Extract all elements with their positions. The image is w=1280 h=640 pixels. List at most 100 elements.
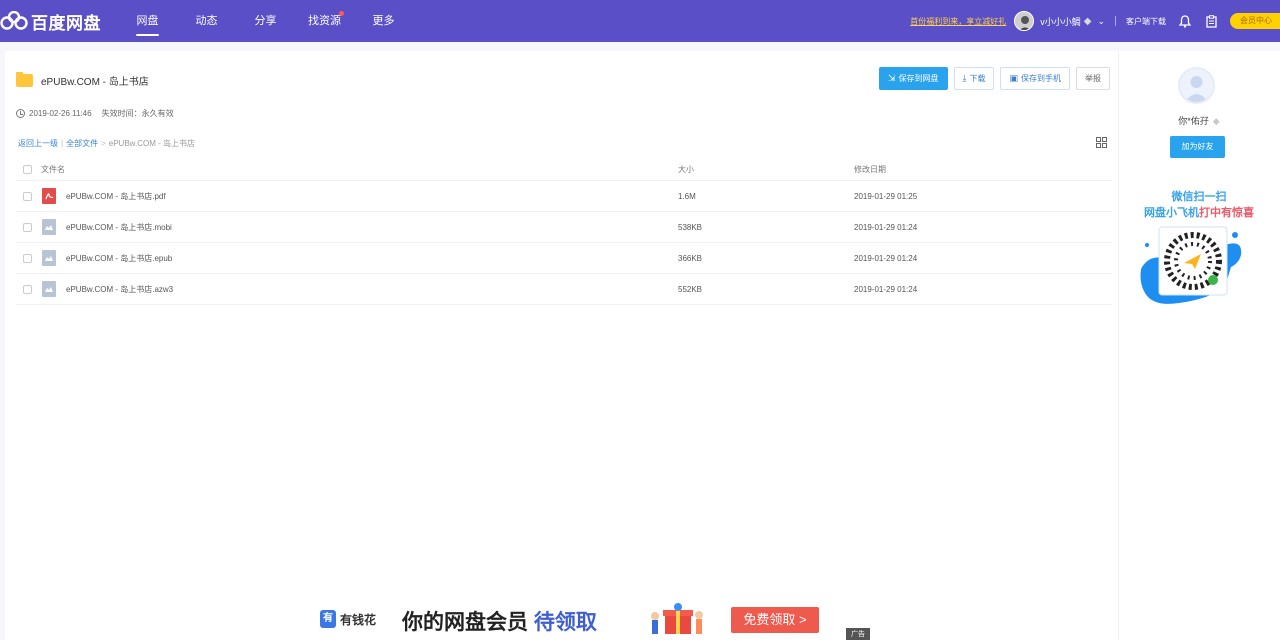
folder-header: ePUBw.COM - 岛上书店 bbox=[16, 72, 149, 88]
sharer-name-row: 你*佑孖 ◆ bbox=[1119, 114, 1279, 127]
nav-item-netdisk[interactable]: 网盘 bbox=[118, 0, 177, 42]
ad-brand-name: 有钱花 bbox=[340, 612, 377, 627]
button-label: 保存到手机 bbox=[1021, 74, 1061, 83]
file-date: 2019-01-29 01:24 bbox=[854, 222, 918, 232]
row-checkbox[interactable] bbox=[23, 191, 32, 201]
grid-view-icon[interactable] bbox=[1096, 137, 1107, 148]
row-checkbox[interactable] bbox=[23, 284, 32, 294]
chevron-down-icon[interactable]: ⌄ bbox=[1097, 16, 1105, 27]
qr-code-icon bbox=[1140, 226, 1242, 304]
folder-icon bbox=[16, 72, 33, 87]
ad-brand: 有 有钱花 bbox=[320, 610, 376, 628]
file-date: 2019-01-29 01:24 bbox=[854, 284, 918, 294]
avatar-image-icon bbox=[1015, 12, 1034, 30]
nav-item-share[interactable]: 分享 bbox=[236, 0, 295, 42]
report-button[interactable]: 举报 bbox=[1076, 67, 1110, 90]
share-main-panel: ePUBw.COM - 岛上书店 2019-02-26 11:46 失效时间：永… bbox=[5, 51, 1118, 640]
file-name[interactable]: ePUBw.COM - 岛上书店.epub bbox=[66, 253, 172, 264]
diamond-icon: ◆ bbox=[1083, 15, 1092, 27]
breadcrumb-separator: | bbox=[61, 139, 64, 148]
bell-icon[interactable] bbox=[1178, 14, 1192, 28]
select-all-checkbox[interactable] bbox=[23, 164, 32, 174]
top-right-controls: 首份福利到来，享立减好礼 v小小小鲷 ◆ ⌄ 客户端下载 会员中心 bbox=[910, 0, 1280, 42]
file-size: 366KB bbox=[678, 253, 703, 263]
sharer-avatar[interactable] bbox=[1178, 67, 1215, 104]
scan-sub-a: 网盘小飞机 bbox=[1144, 207, 1199, 219]
main-nav: 网盘 动态 分享 找资源 更多 bbox=[118, 0, 413, 42]
file-name[interactable]: ePUBw.COM - 岛上书店.pdf bbox=[66, 191, 166, 202]
expire-time: 失效时间：永久有效 bbox=[101, 109, 174, 118]
cloud-logo-icon bbox=[0, 11, 28, 30]
nav-label: 网盘 bbox=[136, 15, 159, 27]
table-row[interactable]: ePUBw.COM - 岛上书店.azw3 552KB 2019-01-29 0… bbox=[16, 274, 1112, 305]
diamond-icon: ◆ bbox=[1212, 116, 1220, 126]
baidu-netdisk-logo[interactable]: 百度网盘 bbox=[0, 9, 101, 33]
save-icon: ⇲ bbox=[887, 73, 896, 83]
user-avatar[interactable] bbox=[1014, 11, 1035, 31]
cloud-file-icon bbox=[42, 281, 56, 297]
nav-label: 分享 bbox=[254, 15, 277, 27]
wechat-qr-code bbox=[1139, 223, 1249, 309]
header-date[interactable]: 修改日期 bbox=[854, 164, 886, 175]
sharer-sidebar: 你*佑孖 ◆ 加为好友 微信扫一扫 网盘小飞机打中有惊喜 bbox=[1118, 51, 1280, 640]
save-to-netdisk-button[interactable]: ⇲ 保存到网盘 bbox=[878, 67, 948, 90]
top-nav-bar: 百度网盘 网盘 动态 分享 找资源 更多 首份福利到来，享立减好礼 v小小小鲷 … bbox=[0, 0, 1280, 42]
table-header: 文件名 大小 修改日期 bbox=[16, 158, 1112, 181]
breadcrumb-current: ePUBw.COM - 岛上书店 bbox=[108, 139, 195, 148]
download-button[interactable]: ⤓ 下载 bbox=[953, 67, 995, 90]
sharer-name: 你*佑孖 bbox=[1178, 116, 1209, 126]
folder-title: ePUBw.COM - 岛上书店 bbox=[41, 77, 149, 88]
scan-sub-b: 打中有惊喜 bbox=[1199, 207, 1254, 219]
username[interactable]: v小小小鲷 bbox=[1040, 15, 1081, 28]
save-to-phone-button[interactable]: ▣ 保存到手机 bbox=[1000, 67, 1070, 90]
file-date: 2019-01-29 01:25 bbox=[854, 191, 918, 201]
nav-label: 找资源 bbox=[308, 15, 341, 27]
download-icon: ⤓ bbox=[962, 73, 967, 83]
table-row[interactable]: ePUBw.COM - 岛上书店.pdf 1.6M 2019-01-29 01:… bbox=[16, 181, 1112, 212]
nav-label: 动态 bbox=[195, 15, 218, 27]
pdf-file-icon bbox=[42, 188, 56, 204]
vip-center-button[interactable]: 会员中心 bbox=[1230, 13, 1280, 29]
scan-title: 微信扫一扫 bbox=[1171, 191, 1227, 203]
cloud-file-icon bbox=[42, 250, 56, 266]
ad-headline-b: 待领取 bbox=[533, 611, 597, 634]
qr-icon: ▣ bbox=[1009, 73, 1018, 83]
gift-box-illustration bbox=[645, 602, 709, 636]
cloud-file-icon bbox=[42, 219, 56, 235]
button-label: 保存到网盘 bbox=[898, 74, 939, 83]
share-date: 2019-02-26 11:46 bbox=[29, 109, 92, 118]
free-claim-button[interactable]: 免费领取 > bbox=[731, 607, 819, 633]
file-name[interactable]: ePUBw.COM - 岛上书店.azw3 bbox=[66, 284, 173, 295]
row-checkbox[interactable] bbox=[23, 222, 32, 232]
promo-link[interactable]: 首份福利到来，享立减好礼 bbox=[910, 16, 1006, 27]
ad-headline: 你的网盘会员 待领取 bbox=[402, 606, 597, 636]
table-row[interactable]: ePUBw.COM - 岛上书店.mobi 538KB 2019-01-29 0… bbox=[16, 212, 1112, 243]
file-size: 552KB bbox=[678, 284, 703, 294]
nav-item-activity[interactable]: 动态 bbox=[177, 0, 236, 42]
all-files-link[interactable]: 全部文件 bbox=[66, 138, 98, 149]
add-friend-button[interactable]: 加为好友 bbox=[1170, 136, 1225, 158]
client-download-link[interactable]: 客户端下载 bbox=[1126, 16, 1166, 27]
back-link[interactable]: 返回上一级 bbox=[18, 138, 58, 149]
button-label: 下载 bbox=[969, 74, 986, 83]
header-size[interactable]: 大小 bbox=[678, 164, 694, 175]
header-name[interactable]: 文件名 bbox=[41, 164, 65, 175]
nav-item-find-resources[interactable]: 找资源 bbox=[295, 0, 354, 42]
file-date: 2019-01-29 01:24 bbox=[854, 253, 918, 263]
button-label: 举报 bbox=[1085, 74, 1101, 83]
notification-dot bbox=[339, 11, 344, 16]
file-name[interactable]: ePUBw.COM - 岛上书店.mobi bbox=[66, 222, 172, 233]
logo-text: 百度网盘 bbox=[31, 13, 101, 33]
nav-item-more[interactable]: 更多 bbox=[354, 0, 413, 42]
file-name-cell: ePUBw.COM - 岛上书店.epub bbox=[42, 250, 172, 266]
ad-banner[interactable]: 有 有钱花 你的网盘会员 待领取 免费领取 > bbox=[310, 596, 870, 640]
action-buttons: ⇲ 保存到网盘 ⤓ 下载 ▣ 保存到手机 举报 bbox=[873, 67, 1110, 90]
file-table: 文件名 大小 修改日期 ePUBw.COM - 岛上书店.pdf 1.6M 20… bbox=[16, 158, 1112, 305]
row-checkbox[interactable] bbox=[23, 253, 32, 263]
table-row[interactable]: ePUBw.COM - 岛上书店.epub 366KB 2019-01-29 0… bbox=[16, 243, 1112, 274]
ad-brand-logo-icon: 有 bbox=[320, 610, 336, 628]
breadcrumb: 返回上一级 | 全部文件 > ePUBw.COM - 岛上书店 bbox=[18, 138, 195, 149]
clipboard-icon[interactable] bbox=[1204, 14, 1218, 28]
ad-tag: 广告 bbox=[846, 628, 870, 640]
file-name-cell: ePUBw.COM - 岛上书店.mobi bbox=[42, 219, 172, 235]
